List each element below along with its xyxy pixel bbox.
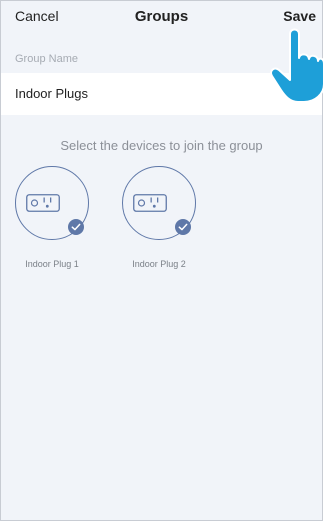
pointing-hand-icon xyxy=(270,28,323,102)
group-name-value[interactable]: Indoor Plugs xyxy=(15,86,88,101)
group-name-label: Group Name xyxy=(15,53,78,65)
checkmark-icon xyxy=(68,219,84,235)
checkmark-icon xyxy=(175,219,191,235)
smart-plug-icon xyxy=(133,194,167,212)
device-tile-indoor-plug-2[interactable]: Indoor Plug 2 xyxy=(114,166,204,276)
smart-plug-icon xyxy=(26,194,60,212)
select-devices-hint: Select the devices to join the group xyxy=(60,138,263,153)
device-tile-indoor-plug-1[interactable]: Indoor Plug 1 xyxy=(7,166,97,276)
device-label: Indoor Plug 2 xyxy=(132,259,186,269)
device-label: Indoor Plug 1 xyxy=(25,259,79,269)
